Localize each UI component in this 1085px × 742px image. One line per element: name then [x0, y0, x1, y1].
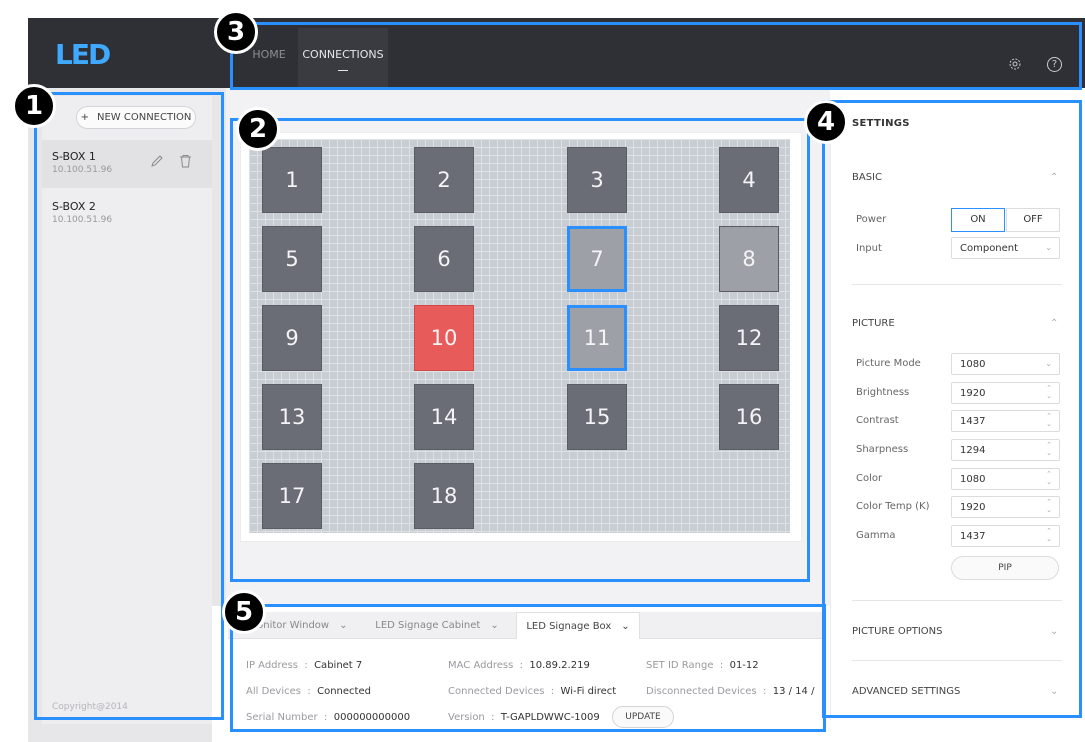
highlight-region-2: [230, 118, 810, 582]
led-logo: LED: [55, 38, 111, 71]
highlight-region-3: [230, 22, 1082, 90]
highlight-region-5: [230, 604, 826, 732]
logo-text: LED: [55, 38, 111, 71]
annotation-badge-1: 1: [12, 84, 56, 128]
highlight-region-4: [822, 100, 1082, 718]
annotation-badge-2: 2: [236, 107, 280, 151]
highlight-region-1: [34, 92, 224, 720]
annotation-badge-5: 5: [222, 590, 266, 634]
annotation-badge-4: 4: [804, 100, 848, 144]
annotation-badge-3: 3: [214, 10, 258, 54]
